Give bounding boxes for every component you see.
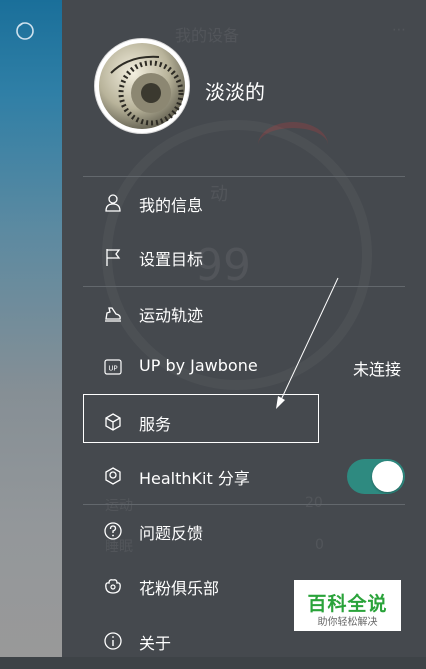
background-progress-arc: [258, 122, 328, 168]
menu-label: 关于: [139, 634, 172, 653]
menu-item-up-by-jawbone[interactable]: UP UP by Jawbone 未连接: [83, 341, 405, 395]
up-badge-icon: UP: [104, 359, 122, 375]
toggle-knob: [372, 461, 403, 492]
menu-item-my-info[interactable]: 我的信息: [83, 177, 405, 231]
healthkit-icon: [105, 467, 121, 485]
menu-label: 我的信息: [139, 196, 204, 215]
menu-label: UP by Jawbone: [139, 356, 258, 375]
menu-label: 花粉俱乐部: [139, 579, 220, 598]
username[interactable]: 淡淡的: [205, 76, 265, 105]
person-icon: [105, 194, 121, 212]
background-app-strip: [0, 0, 62, 657]
info-icon: [104, 632, 122, 650]
question-icon: [104, 522, 122, 540]
flag-icon: [106, 249, 121, 266]
menu-item-set-goal[interactable]: 设置目标: [83, 231, 405, 285]
highlight-box: [83, 394, 319, 443]
menu-label: HealthKit 分享: [139, 469, 250, 488]
watermark-subtitle: 助你轻松解决: [317, 617, 378, 628]
menu-label: 问题反馈: [139, 524, 204, 543]
menu-item-track[interactable]: 运动轨迹: [83, 287, 405, 341]
avatar[interactable]: [95, 39, 189, 133]
healthkit-toggle[interactable]: [347, 459, 405, 494]
menu-item-feedback[interactable]: 问题反馈: [83, 505, 405, 559]
svg-text:UP: UP: [108, 365, 117, 373]
combination-lock-avatar-image: [99, 43, 185, 129]
running-shoe-icon: [105, 307, 121, 322]
watermark-title: 百科全说: [307, 593, 388, 615]
background-menu-icon: ⋯: [392, 22, 406, 38]
watermark-logo: 百科全说 助你轻松解决: [294, 580, 401, 631]
sync-icon: [16, 22, 34, 40]
menu-item-healthkit[interactable]: HealthKit 分享: [83, 450, 405, 504]
connection-status: 未连接: [352, 360, 401, 379]
menu-label: 运动轨迹: [139, 306, 204, 325]
menu-label: 设置目标: [139, 250, 204, 269]
flower-icon: [105, 579, 121, 594]
